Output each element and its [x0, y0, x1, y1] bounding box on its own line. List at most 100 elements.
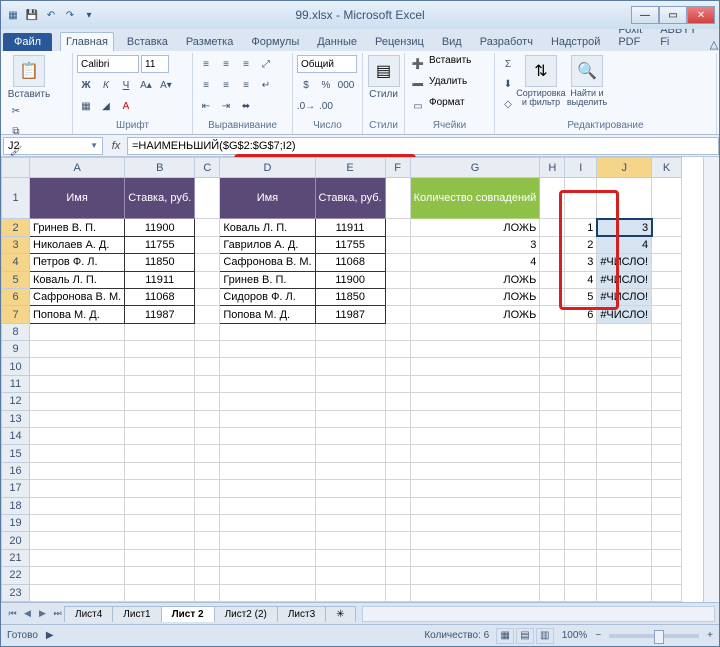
cell[interactable]: Гринев В. П.	[30, 219, 125, 236]
tab-nav-last-icon[interactable]: ⏭	[50, 606, 65, 622]
cell[interactable]	[540, 288, 565, 305]
cell[interactable]	[565, 480, 597, 497]
cell[interactable]	[565, 532, 597, 549]
fill-icon[interactable]: ⬇	[499, 75, 517, 93]
sheet-tab[interactable]: Лист 2	[161, 606, 215, 622]
cell[interactable]: 11755	[125, 236, 195, 253]
cell[interactable]	[565, 375, 597, 392]
row-header[interactable]: 9	[2, 341, 30, 358]
cell[interactable]: 3	[597, 219, 652, 236]
cell[interactable]	[195, 497, 220, 514]
decrease-decimal-icon[interactable]: .00	[317, 97, 335, 115]
cell[interactable]: #ЧИСЛО!	[597, 306, 652, 323]
zoom-level[interactable]: 100%	[562, 630, 588, 641]
cell[interactable]	[410, 567, 540, 584]
cell[interactable]	[652, 236, 682, 253]
cell[interactable]	[195, 375, 220, 392]
cell[interactable]	[385, 254, 410, 271]
maximize-button[interactable]: ▭	[659, 6, 687, 24]
cell[interactable]: Коваль Л. П.	[220, 219, 315, 236]
fill-color-icon[interactable]: ◢	[97, 97, 115, 115]
cell[interactable]	[652, 480, 682, 497]
cell[interactable]	[410, 393, 540, 410]
column-header[interactable]: B	[125, 158, 195, 178]
close-button[interactable]: ✕	[687, 6, 715, 24]
cell[interactable]	[220, 584, 315, 601]
cell[interactable]	[30, 445, 125, 462]
bold-button[interactable]: Ж	[77, 76, 95, 94]
cell[interactable]: #ЧИСЛО!	[597, 271, 652, 288]
cell[interactable]: 6	[565, 306, 597, 323]
column-header[interactable]: J	[597, 158, 652, 178]
cell[interactable]	[385, 462, 410, 479]
comma-icon[interactable]: 000	[337, 76, 355, 94]
cell[interactable]	[315, 567, 385, 584]
orientation-icon[interactable]: ⤢	[257, 55, 275, 73]
cell[interactable]	[597, 358, 652, 375]
row-header[interactable]: 8	[2, 323, 30, 340]
cell[interactable]	[195, 219, 220, 236]
cell[interactable]	[385, 515, 410, 532]
cell[interactable]	[125, 532, 195, 549]
cell[interactable]: 3	[565, 254, 597, 271]
cell[interactable]	[540, 428, 565, 445]
cell[interactable]: #ЧИСЛО!	[597, 254, 652, 271]
cell[interactable]	[195, 271, 220, 288]
sort-filter-button[interactable]: ⇅ Сортировка и фильтр	[519, 55, 563, 107]
cell[interactable]	[652, 515, 682, 532]
cell[interactable]	[220, 549, 315, 566]
cell[interactable]	[195, 178, 220, 219]
cell[interactable]	[540, 323, 565, 340]
cell[interactable]	[220, 515, 315, 532]
row-header[interactable]: 19	[2, 515, 30, 532]
sheet-tab[interactable]: Лист3	[277, 606, 326, 622]
cell[interactable]: 11850	[315, 288, 385, 305]
cell[interactable]	[565, 178, 597, 219]
cell[interactable]: ЛОЖЬ	[410, 219, 540, 236]
cell[interactable]	[565, 462, 597, 479]
cell[interactable]	[220, 567, 315, 584]
copy-icon[interactable]: ⧉	[7, 122, 25, 140]
cell[interactable]	[597, 480, 652, 497]
cell[interactable]: 11755	[315, 236, 385, 253]
font-color-icon[interactable]: A	[117, 97, 135, 115]
cell[interactable]: 5	[565, 288, 597, 305]
cell[interactable]	[540, 375, 565, 392]
cell[interactable]	[195, 236, 220, 253]
cell[interactable]	[385, 549, 410, 566]
cell[interactable]	[540, 532, 565, 549]
cell[interactable]	[385, 341, 410, 358]
formula-input[interactable]: =НАИМЕНЬШИЙ($G$2:$G$7;I2)	[127, 137, 719, 155]
cell[interactable]	[565, 323, 597, 340]
borders-icon[interactable]: ▦	[77, 97, 95, 115]
cell[interactable]	[385, 480, 410, 497]
cell[interactable]: 11911	[315, 219, 385, 236]
row-header[interactable]: 22	[2, 567, 30, 584]
cell[interactable]	[652, 532, 682, 549]
cell[interactable]	[410, 584, 540, 601]
decrease-indent-icon[interactable]: ⇤	[197, 97, 215, 115]
cell[interactable]	[125, 584, 195, 601]
cell[interactable]	[220, 375, 315, 392]
row-header[interactable]: 16	[2, 462, 30, 479]
cell[interactable]: Сафронова В. М.	[30, 288, 125, 305]
minimize-button[interactable]: —	[631, 6, 659, 24]
cell[interactable]	[385, 375, 410, 392]
cell[interactable]	[540, 306, 565, 323]
row-header[interactable]: 11	[2, 375, 30, 392]
save-icon[interactable]: 💾	[24, 7, 40, 23]
cell[interactable]	[315, 480, 385, 497]
cell[interactable]	[195, 410, 220, 427]
align-right-icon[interactable]: ≡	[237, 76, 255, 94]
cell[interactable]: 11987	[125, 306, 195, 323]
zoom-slider[interactable]	[609, 634, 699, 638]
cell[interactable]	[315, 323, 385, 340]
row-header[interactable]: 18	[2, 497, 30, 514]
cell[interactable]: #ЧИСЛО!	[597, 288, 652, 305]
cell[interactable]	[410, 410, 540, 427]
cell[interactable]	[410, 462, 540, 479]
cell[interactable]	[385, 445, 410, 462]
cell[interactable]: Ставка, руб.	[125, 178, 195, 219]
cell[interactable]	[195, 358, 220, 375]
tab-review[interactable]: Рецензиц	[370, 33, 429, 51]
